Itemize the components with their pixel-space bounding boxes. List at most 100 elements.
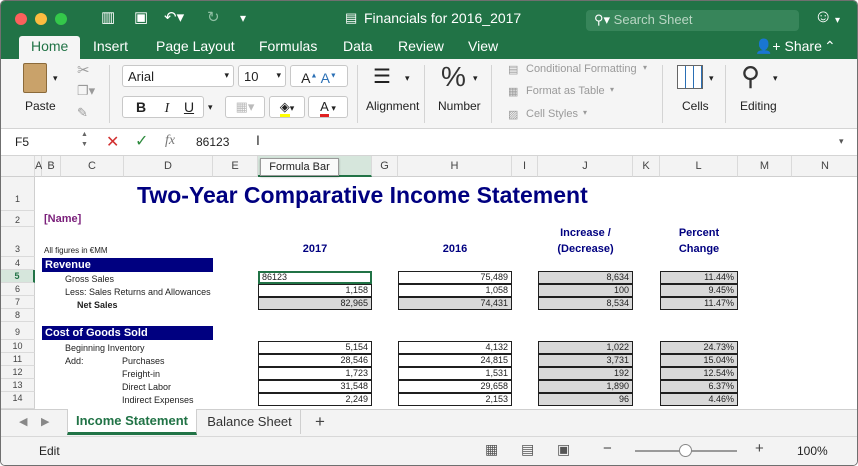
select-all-corner[interactable] bbox=[1, 156, 35, 177]
editing-label[interactable]: Editing bbox=[740, 99, 777, 113]
cell-f7[interactable]: 82,965 bbox=[258, 297, 372, 310]
zoom-slider-thumb[interactable] bbox=[679, 444, 692, 457]
row-header-14[interactable]: 14 bbox=[1, 392, 35, 409]
row-header-7[interactable]: 7 bbox=[1, 296, 35, 309]
font-size-select[interactable]: 10 ▾ bbox=[238, 65, 286, 87]
zoom-window-button[interactable] bbox=[55, 13, 67, 25]
cell-f10[interactable]: 5,154 bbox=[258, 341, 372, 354]
tab-insert[interactable]: Insert bbox=[93, 38, 128, 54]
cell-h5[interactable]: 75,489 bbox=[398, 271, 512, 284]
underline-button[interactable]: U bbox=[180, 97, 198, 117]
search-sheet-field[interactable]: ⚲▾ Search Sheet bbox=[586, 10, 799, 31]
alignment-dropdown-icon[interactable]: ▾ bbox=[405, 73, 410, 84]
add-sheet-button[interactable]: + bbox=[315, 412, 325, 432]
cell-h6[interactable]: 1,058 bbox=[398, 284, 512, 297]
cell-f12[interactable]: 1,723 bbox=[258, 367, 372, 380]
cell-l12[interactable]: 12.54% bbox=[660, 367, 738, 380]
number-dropdown-icon[interactable]: ▾ bbox=[473, 73, 478, 84]
font-size-increase-decrease[interactable]: A▲ A▼ bbox=[290, 65, 348, 87]
cell-l11[interactable]: 15.04% bbox=[660, 354, 738, 367]
editing-dropdown-icon[interactable]: ▾ bbox=[773, 73, 778, 84]
row-header-11[interactable]: 11 bbox=[1, 353, 35, 366]
col-header-n[interactable]: N bbox=[792, 156, 857, 177]
col-header-i[interactable]: I bbox=[512, 156, 538, 177]
cell-l10[interactable]: 24.73% bbox=[660, 341, 738, 354]
cell-f11[interactable]: 28,546 bbox=[258, 354, 372, 367]
col-header-b[interactable]: B bbox=[42, 156, 61, 177]
cell-f5-active[interactable]: 86123 bbox=[258, 271, 372, 284]
col-header-g[interactable]: G bbox=[372, 156, 398, 177]
row-header-3[interactable]: 3 bbox=[1, 227, 35, 257]
cell-f13[interactable]: 31,548 bbox=[258, 380, 372, 393]
fill-color-button[interactable]: ◈▾ bbox=[269, 96, 305, 118]
decrease-font-size-icon[interactable]: A▼ bbox=[321, 70, 337, 86]
row-header-5[interactable]: 5 bbox=[1, 270, 35, 283]
share-button[interactable]: 👤+ Share bbox=[755, 38, 822, 55]
cell-j13[interactable]: 1,890 bbox=[538, 380, 633, 393]
sheet-tab-income-statement[interactable]: Income Statement bbox=[67, 409, 197, 435]
number-label[interactable]: Number bbox=[438, 99, 481, 113]
sidebar-toggle-icon[interactable]: ▥ bbox=[101, 9, 115, 27]
row-header-13[interactable]: 13 bbox=[1, 379, 35, 392]
col-header-l[interactable]: L bbox=[660, 156, 738, 177]
minimize-window-button[interactable] bbox=[35, 13, 47, 25]
normal-view-icon[interactable]: ▦ bbox=[485, 441, 498, 458]
clipboard-icon[interactable] bbox=[23, 63, 47, 93]
underline-dropdown-icon[interactable]: ▾ bbox=[208, 102, 213, 113]
format-as-table-button[interactable]: Format as Table bbox=[526, 85, 605, 97]
sheet-tab-balance-sheet[interactable]: Balance Sheet bbox=[199, 410, 301, 434]
col-header-h[interactable]: H bbox=[398, 156, 512, 177]
name-box-stepper-icon[interactable]: ▲ ▼ bbox=[81, 130, 88, 150]
cell-h10[interactable]: 4,132 bbox=[398, 341, 512, 354]
magnifier-icon[interactable]: ⚲ bbox=[741, 61, 760, 92]
zoom-in-button[interactable]: + bbox=[755, 440, 764, 457]
row-header-8[interactable]: 8 bbox=[1, 309, 35, 322]
cell-h12[interactable]: 1,531 bbox=[398, 367, 512, 380]
tab-formulas[interactable]: Formulas bbox=[259, 38, 317, 54]
borders-button[interactable]: ▦▾ bbox=[225, 96, 265, 118]
close-window-button[interactable] bbox=[15, 13, 27, 25]
col-header-m[interactable]: M bbox=[738, 156, 792, 177]
previous-sheet-icon[interactable]: ◀ bbox=[19, 415, 27, 428]
cell-j14[interactable]: 96 bbox=[538, 393, 633, 406]
smiley-feedback-icon[interactable]: ☺ bbox=[814, 7, 832, 25]
conditional-formatting-button[interactable]: Conditional Formatting bbox=[526, 63, 637, 75]
cell-h14[interactable]: 2,153 bbox=[398, 393, 512, 406]
cell-f14[interactable]: 2,249 bbox=[258, 393, 372, 406]
row-header-6[interactable]: 6 bbox=[1, 283, 35, 296]
save-icon[interactable]: ▣ bbox=[134, 9, 148, 27]
col-header-e[interactable]: E bbox=[213, 156, 258, 177]
alignment-label[interactable]: Alignment bbox=[366, 99, 419, 113]
row-header-4[interactable]: 4 bbox=[1, 257, 35, 270]
alignment-icon[interactable]: ☰ bbox=[373, 67, 399, 89]
increase-font-size-icon[interactable]: A▲ bbox=[301, 70, 317, 86]
paste-dropdown-icon[interactable]: ▾ bbox=[53, 73, 58, 84]
cell-j5[interactable]: 8,634 bbox=[538, 271, 633, 284]
font-name-select[interactable]: Arial ▾ bbox=[122, 65, 234, 87]
row-header-9[interactable]: 9 bbox=[1, 322, 35, 340]
row-header-2[interactable]: 2 bbox=[1, 211, 35, 227]
confirm-entry-icon[interactable]: ✓ bbox=[135, 131, 148, 151]
cell-l13[interactable]: 6.37% bbox=[660, 380, 738, 393]
zoom-level[interactable]: 100% bbox=[797, 444, 828, 458]
col-header-d[interactable]: D bbox=[124, 156, 213, 177]
tab-view[interactable]: View bbox=[468, 38, 498, 54]
cell-j11[interactable]: 3,731 bbox=[538, 354, 633, 367]
tab-page-layout[interactable]: Page Layout bbox=[156, 38, 235, 54]
cell-h7[interactable]: 74,431 bbox=[398, 297, 512, 310]
page-layout-view-icon[interactable]: ▤ bbox=[521, 441, 534, 458]
bold-button[interactable]: B bbox=[128, 97, 154, 117]
cell-l6[interactable]: 9.45% bbox=[660, 284, 738, 297]
cell-l14[interactable]: 4.46% bbox=[660, 393, 738, 406]
cut-icon[interactable]: ✂ bbox=[77, 61, 90, 79]
col-header-c[interactable]: C bbox=[61, 156, 124, 177]
copy-icon[interactable]: ❐▾ bbox=[77, 83, 95, 99]
cell-f6[interactable]: 1,158 bbox=[258, 284, 372, 297]
cancel-entry-icon[interactable]: ✕ bbox=[106, 132, 119, 152]
redo-icon[interactable]: ↻ bbox=[207, 9, 220, 27]
page-break-view-icon[interactable]: ▣ bbox=[557, 441, 570, 458]
cell-h11[interactable]: 24,815 bbox=[398, 354, 512, 367]
font-color-button[interactable]: A ▾ bbox=[308, 96, 348, 118]
cell-l7[interactable]: 11.47% bbox=[660, 297, 738, 310]
italic-button[interactable]: I bbox=[154, 99, 180, 119]
